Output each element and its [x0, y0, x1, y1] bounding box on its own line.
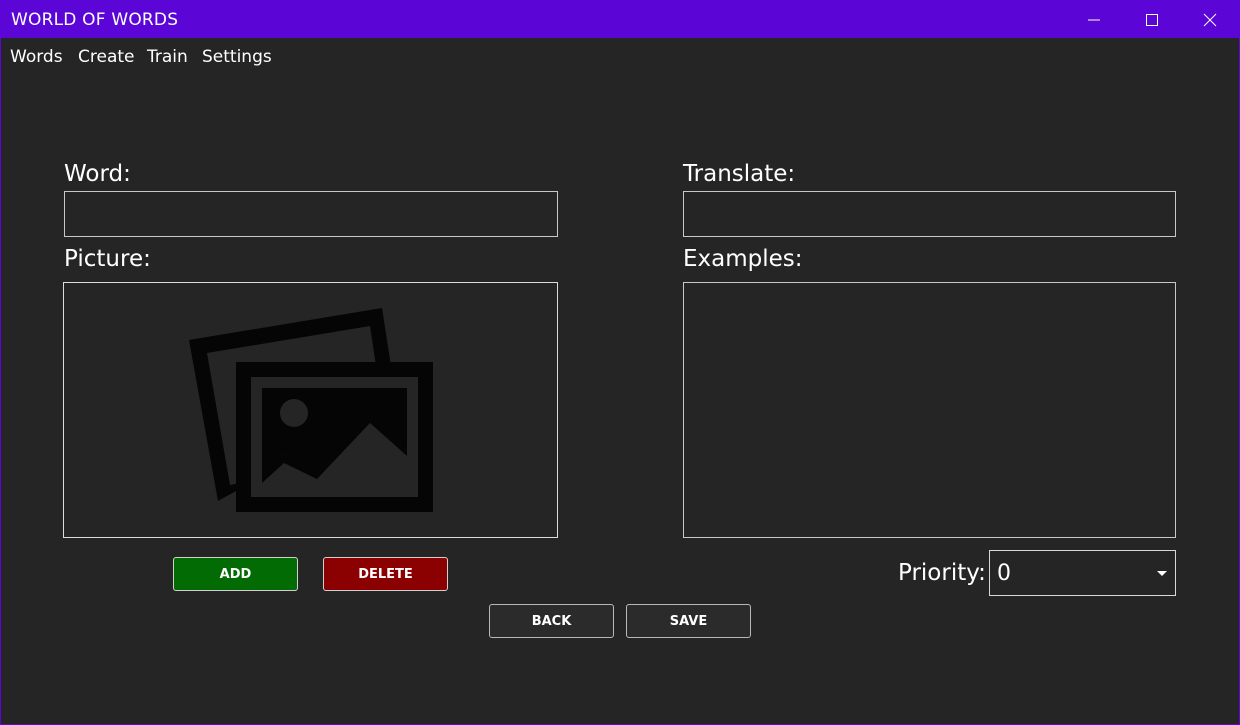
- close-button[interactable]: [1181, 1, 1239, 38]
- word-label: Word:: [64, 161, 131, 187]
- maximize-icon: [1146, 13, 1158, 26]
- translate-input[interactable]: [683, 191, 1176, 237]
- menu-item-train[interactable]: Train: [147, 47, 188, 67]
- word-input[interactable]: [64, 191, 558, 237]
- menu-item-create[interactable]: Create: [78, 47, 135, 67]
- save-button[interactable]: SAVE: [626, 604, 751, 638]
- image-placeholder-icon: [189, 308, 433, 512]
- maximize-button[interactable]: [1123, 1, 1181, 38]
- examples-textarea[interactable]: [683, 282, 1176, 538]
- picture-label: Picture:: [64, 246, 151, 272]
- picture-box[interactable]: [63, 282, 558, 538]
- title-bar: WORLD OF WORDS: [1, 1, 1239, 38]
- examples-label: Examples:: [683, 246, 803, 272]
- menu-bar: Words Create Train Settings: [1, 39, 1239, 75]
- minimize-button[interactable]: [1065, 1, 1123, 38]
- menu-item-words[interactable]: Words: [10, 47, 63, 67]
- delete-picture-button[interactable]: DELETE: [323, 557, 448, 591]
- translate-label: Translate:: [683, 161, 796, 187]
- app-title: WORLD OF WORDS: [11, 10, 179, 30]
- menu-item-settings[interactable]: Settings: [202, 47, 272, 67]
- close-icon: [1203, 13, 1217, 26]
- add-picture-button[interactable]: ADD: [173, 557, 298, 591]
- priority-select[interactable]: 0: [989, 550, 1176, 596]
- priority-value: 0: [997, 561, 1011, 586]
- back-button[interactable]: BACK: [489, 604, 614, 638]
- chevron-down-icon: [1157, 571, 1167, 576]
- minimize-icon: [1088, 19, 1100, 20]
- priority-label: Priority:: [898, 560, 986, 586]
